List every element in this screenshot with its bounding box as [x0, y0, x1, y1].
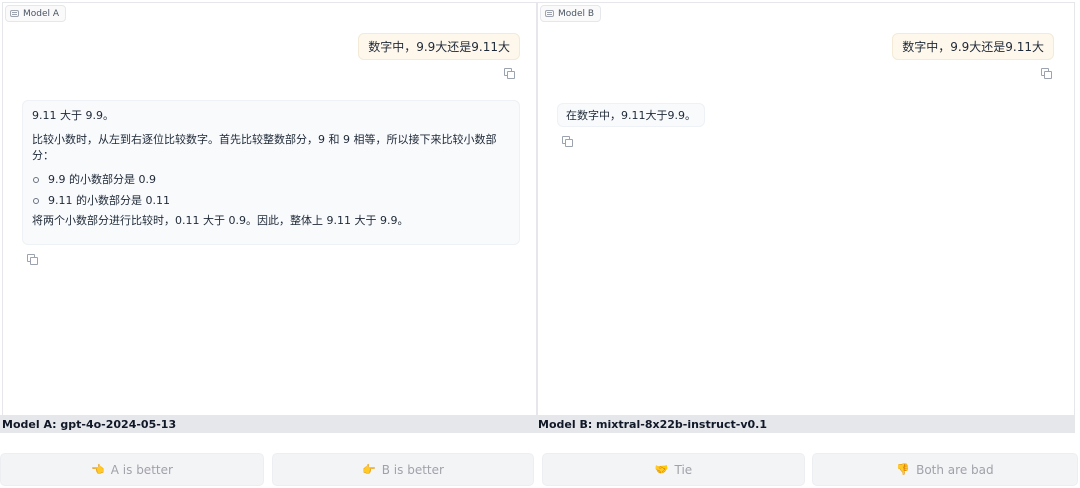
model-b-name-label: Model B: mixtral-8x22b-instruct-v0.1: [537, 415, 1075, 433]
tie-label: Tie: [674, 462, 693, 477]
model-b-chip-label: Model B: [558, 8, 595, 19]
both-are-bad-label: Both are bad: [916, 462, 994, 477]
user-message: 数字中，9.9大还是9.11大: [892, 33, 1054, 60]
response-answer: 9.11 大于 9.9。: [32, 109, 114, 122]
b-is-better-label: B is better: [381, 462, 444, 477]
model-a-name-label: Model A: gpt-4o-2024-05-13: [0, 415, 537, 433]
a-is-better-label: A is better: [110, 462, 173, 477]
response-paragraph-line1: 比较小数时，从左到右逐位比较数字。首先比较整数部分，9 和 9 相等，所以接下来…: [32, 133, 497, 146]
copy-icon[interactable]: [504, 68, 515, 79]
model-a-chip-label: Model A: [23, 8, 60, 19]
list-item: 9.11 的小数部分是 0.11: [32, 190, 510, 211]
copy-icon[interactable]: [27, 254, 38, 265]
response-conclusion: 将两个小数部分进行比较时，0.11 大于 0.9。因此，整体上 9.11 大于 …: [32, 214, 409, 227]
model-a-chip: Model A: [5, 5, 67, 22]
response-paragraph: 比较小数时，从左到右逐位比较数字。首先比较整数部分，9 和 9 相等，所以接下来…: [32, 132, 510, 164]
tie-button[interactable]: 🤝 Tie: [542, 453, 805, 486]
response-list: 9.9 的小数部分是 0.9 9.11 的小数部分是 0.11: [32, 169, 510, 211]
model-b-chat-panel: Model B 数字中，9.9大还是9.11大 在数字中，9.11大于9.9。: [537, 2, 1075, 433]
user-message: 数字中，9.9大还是9.11大: [358, 33, 520, 60]
bot-message: 9.11 大于 9.9。 比较小数时，从左到右逐位比较数字。首先比较整数部分，9…: [22, 100, 520, 245]
response-paragraph-line2: 分：: [32, 149, 54, 162]
handshake-icon: 🤝: [654, 463, 669, 476]
model-a-chat-panel: Model A 数字中，9.9大还是9.11大 9.11 大于 9.9。 比较小…: [2, 2, 537, 433]
copy-icon[interactable]: [1041, 68, 1052, 79]
a-is-better-button[interactable]: 👈 A is better: [0, 453, 264, 486]
point-left-icon: 👈: [91, 463, 105, 476]
copy-icon[interactable]: [562, 136, 573, 147]
model-b-chip: Model B: [540, 5, 602, 22]
point-right-icon: 👉: [362, 463, 376, 476]
b-is-better-button[interactable]: 👉 B is better: [272, 453, 534, 486]
both-are-bad-button[interactable]: 👎 Both are bad: [812, 453, 1078, 486]
list-item: 9.9 的小数部分是 0.9: [32, 169, 510, 190]
bot-message: 在数字中，9.11大于9.9。: [557, 103, 705, 127]
chat-icon: [545, 10, 554, 17]
thumbs-down-icon: 👎: [896, 463, 911, 476]
chat-icon: [10, 10, 19, 17]
